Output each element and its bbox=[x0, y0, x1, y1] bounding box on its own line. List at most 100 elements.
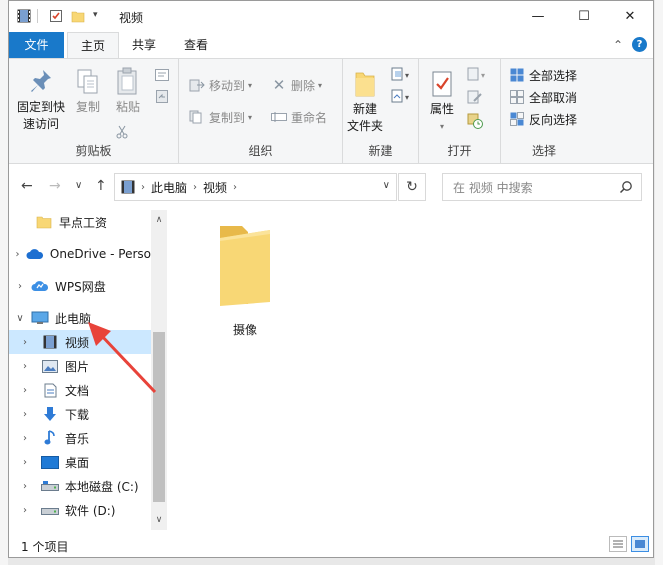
recent-locations-icon[interactable]: ∨ bbox=[75, 180, 82, 191]
ribbon-tabs: 文件 主页 共享 查看 ⌃ ? bbox=[9, 32, 653, 59]
nav-item-documents[interactable]: › 文档 bbox=[9, 378, 151, 402]
paste-button[interactable]: 粘贴 bbox=[111, 65, 145, 116]
edit-icon[interactable] bbox=[467, 89, 483, 108]
nav-item-pictures[interactable]: › 图片 bbox=[9, 354, 151, 378]
move-to-icon bbox=[189, 77, 205, 93]
expand-chevron-icon[interactable]: › bbox=[9, 505, 41, 516]
expand-chevron-icon[interactable]: › bbox=[9, 361, 41, 372]
nav-item-downloads[interactable]: › 下载 bbox=[9, 402, 151, 426]
move-to-label: 移动到 bbox=[209, 78, 246, 93]
expand-chevron-icon[interactable]: › bbox=[9, 385, 41, 396]
new-group: 新建 文件夹 ▾ ▾ 新建 bbox=[343, 59, 419, 163]
download-icon bbox=[41, 406, 59, 422]
open-group-label: 打开 bbox=[447, 144, 472, 158]
history-icon[interactable] bbox=[467, 113, 483, 132]
nav-item-zaodian[interactable]: 早点工资 bbox=[9, 210, 151, 234]
forward-arrow-icon[interactable]: → bbox=[49, 178, 61, 194]
scroll-down-icon[interactable]: ∨ bbox=[151, 512, 167, 528]
nav-scrollbar[interactable]: ∧ ∨ bbox=[151, 210, 167, 530]
large-icons-view-icon[interactable] bbox=[631, 536, 649, 552]
details-view-icon[interactable] bbox=[609, 536, 627, 552]
clipboard-group: 固定到快 速访问 复制 粘贴 剪贴板 bbox=[9, 59, 179, 163]
new-folder-button[interactable]: 新建 文件夹 bbox=[345, 67, 385, 135]
nav-item-videos[interactable]: › 视频 bbox=[9, 330, 151, 354]
breadcrumb-this-pc[interactable]: 此电脑 bbox=[151, 179, 187, 196]
clipboard-group-label: 剪贴板 bbox=[75, 144, 112, 158]
search-icon[interactable] bbox=[619, 180, 633, 197]
select-all-button[interactable]: 全部选择 bbox=[509, 65, 577, 85]
nav-item-wps-cloud[interactable]: › WPS网盘 bbox=[9, 274, 151, 298]
invert-selection-button[interactable]: 反向选择 bbox=[509, 109, 577, 129]
scrollbar-thumb[interactable] bbox=[153, 332, 165, 502]
help-icon[interactable]: ? bbox=[632, 37, 647, 52]
copy-icon bbox=[71, 65, 105, 99]
expand-chevron-icon[interactable]: › bbox=[9, 281, 31, 292]
address-bar[interactable]: › 此电脑 › 视频 › ∨ bbox=[114, 173, 397, 201]
copy-button[interactable]: 复制 bbox=[71, 65, 105, 116]
properties-button[interactable]: 属性 ▾ bbox=[425, 67, 459, 135]
new-folder-quick-icon[interactable] bbox=[71, 9, 85, 26]
cut-icon[interactable] bbox=[115, 125, 129, 142]
tab-file[interactable]: 文件 bbox=[9, 32, 64, 58]
pin-quick-access-button[interactable]: 固定到快 速访问 bbox=[13, 65, 69, 133]
folder-icon bbox=[35, 214, 53, 230]
tab-share[interactable]: 共享 bbox=[121, 32, 167, 58]
tab-view[interactable]: 查看 bbox=[173, 32, 219, 58]
ribbon-collapse-icon[interactable]: ⌃ bbox=[613, 38, 623, 52]
svg-text:▾: ▾ bbox=[481, 71, 485, 80]
delete-icon: ✕ bbox=[272, 76, 286, 94]
nav-item-drive-c[interactable]: › 本地磁盘 (C:) bbox=[9, 474, 151, 498]
address-dropdown-icon[interactable]: ∨ bbox=[383, 180, 390, 191]
properties-icon bbox=[425, 67, 459, 101]
expand-chevron-icon[interactable]: › bbox=[9, 409, 41, 420]
move-to-button[interactable]: 移动到 ▾ bbox=[189, 75, 252, 95]
folder-item-camera[interactable]: 摄像 bbox=[205, 224, 285, 338]
breadcrumb-chevron-icon[interactable]: › bbox=[193, 182, 197, 193]
close-button[interactable]: ✕ bbox=[607, 1, 653, 32]
easy-access-icon[interactable]: ▾ bbox=[391, 89, 413, 106]
maximize-button[interactable]: ☐ bbox=[561, 1, 607, 32]
copy-path-icon[interactable] bbox=[155, 69, 169, 84]
nav-item-onedrive[interactable]: › OneDrive - Perso bbox=[9, 242, 151, 266]
paste-shortcut-icon[interactable] bbox=[155, 89, 169, 106]
pictures-icon bbox=[41, 358, 59, 374]
copy-to-label: 复制到 bbox=[209, 110, 246, 125]
select-none-button[interactable]: 全部取消 bbox=[509, 87, 577, 107]
invert-selection-label: 反向选择 bbox=[529, 112, 578, 127]
expand-chevron-icon[interactable]: › bbox=[9, 249, 26, 260]
search-input[interactable]: 在 视频 中搜索 bbox=[442, 173, 642, 201]
video-folder-icon bbox=[17, 9, 31, 26]
new-item-icon[interactable]: ▾ bbox=[391, 67, 413, 84]
properties-quick-icon[interactable] bbox=[49, 9, 63, 26]
scroll-up-icon[interactable]: ∧ bbox=[151, 212, 167, 228]
breadcrumb-videos[interactable]: 视频 bbox=[203, 179, 227, 196]
svg-text:▾: ▾ bbox=[405, 93, 409, 102]
rename-button[interactable]: 重命名 bbox=[271, 107, 327, 127]
pin-label-line2: 速访问 bbox=[22, 117, 59, 131]
customize-quick-access-icon[interactable]: ▾ bbox=[93, 10, 98, 20]
breadcrumb-chevron-icon[interactable]: › bbox=[233, 182, 237, 193]
minimize-button[interactable]: — bbox=[515, 1, 561, 32]
open-icon[interactable]: ▾ bbox=[467, 67, 489, 84]
open-group: 属性 ▾ ▾ 打开 bbox=[419, 59, 501, 163]
up-arrow-icon[interactable]: ↑ bbox=[95, 178, 107, 194]
collapse-chevron-icon[interactable]: ∨ bbox=[9, 313, 31, 324]
nav-item-music[interactable]: › 音乐 bbox=[9, 426, 151, 450]
nav-item-this-pc[interactable]: ∨ 此电脑 bbox=[9, 306, 151, 330]
expand-chevron-icon[interactable]: › bbox=[9, 337, 41, 348]
breadcrumb-chevron-icon[interactable]: › bbox=[141, 182, 145, 193]
expand-chevron-icon[interactable]: › bbox=[9, 457, 41, 468]
back-arrow-icon[interactable]: ← bbox=[21, 178, 33, 194]
refresh-button[interactable]: ↻ bbox=[398, 173, 426, 201]
folder-icon bbox=[216, 226, 274, 311]
copy-to-button[interactable]: 复制到 ▾ bbox=[189, 107, 252, 127]
delete-button[interactable]: ✕ 删除 ▾ bbox=[271, 75, 322, 95]
tab-home[interactable]: 主页 bbox=[67, 32, 119, 59]
expand-chevron-icon[interactable]: › bbox=[9, 481, 41, 492]
nav-item-desktop[interactable]: › 桌面 bbox=[9, 450, 151, 474]
select-group-label: 选择 bbox=[531, 144, 556, 158]
nav-item-label: 软件 (D:) bbox=[65, 503, 116, 518]
expand-chevron-icon[interactable]: › bbox=[9, 433, 41, 444]
nav-item-drive-d[interactable]: › 软件 (D:) bbox=[9, 498, 151, 522]
nav-item-label: 本地磁盘 (C:) bbox=[65, 479, 139, 494]
